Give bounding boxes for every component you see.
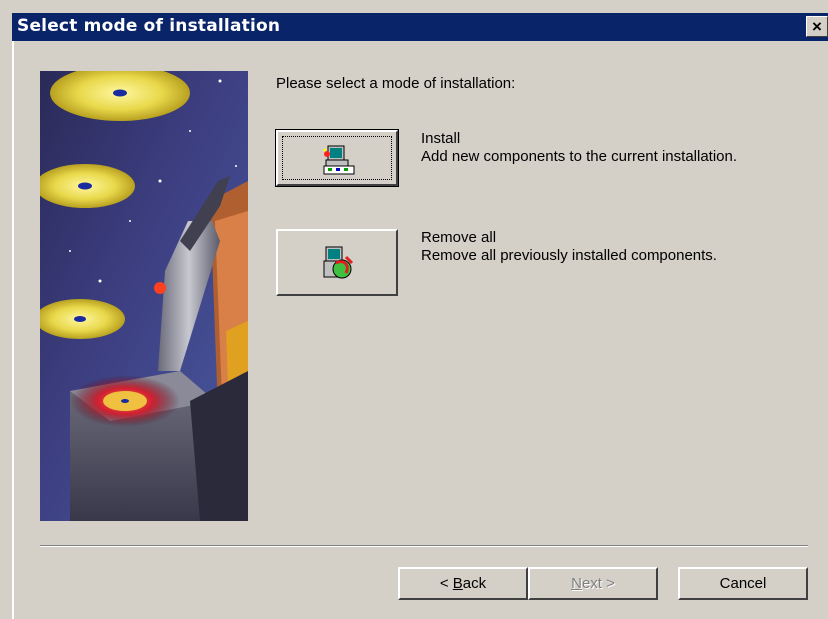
footer-separator <box>40 545 808 547</box>
remove-title: Remove all <box>421 229 497 246</box>
uninstall-icon <box>323 246 354 279</box>
wizard-artwork <box>40 71 248 521</box>
back-label-prefix: < <box>439 575 453 592</box>
install-title: Install <box>421 130 461 147</box>
next-label-suffix: ext > <box>581 575 615 592</box>
installer-dialog: Select mode of installation × Please sel… <box>0 0 828 619</box>
window-border <box>12 41 14 619</box>
back-label-suffix: ack <box>462 575 487 592</box>
install-computer-icon <box>323 145 355 175</box>
window-title: Select mode of installation <box>17 16 281 36</box>
back-label-accelerator: B <box>452 575 463 592</box>
next-label-accelerator: N <box>571 575 582 592</box>
install-option-text: Install Add new components to the curren… <box>421 130 737 166</box>
next-button[interactable]: Next > <box>528 567 658 600</box>
cancel-button[interactable]: Cancel <box>678 567 808 600</box>
title-bar: Select mode of installation × <box>12 13 828 41</box>
remove-description: Remove all previously installed componen… <box>421 247 717 264</box>
close-icon: × <box>812 17 822 36</box>
install-description: Add new components to the current instal… <box>421 148 738 165</box>
close-button[interactable]: × <box>806 16 828 37</box>
remove-option-text: Remove all Remove all previously install… <box>421 229 717 265</box>
remove-all-button[interactable] <box>276 229 398 296</box>
instruction-text: Please select a mode of installation: <box>276 75 516 92</box>
back-button[interactable]: < Back <box>398 567 528 600</box>
install-button[interactable] <box>275 129 399 187</box>
